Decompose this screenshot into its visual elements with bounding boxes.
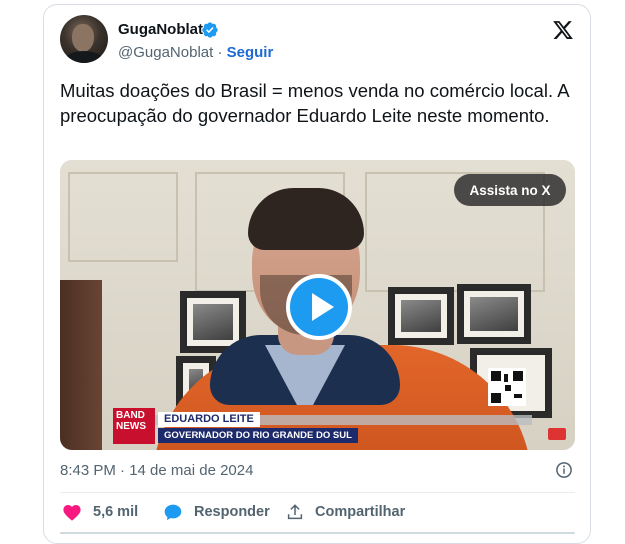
picture-frame bbox=[457, 284, 531, 344]
x-logo-icon[interactable] bbox=[552, 19, 574, 41]
tweet-text: Muitas doações do Brasil = menos venda n… bbox=[60, 80, 569, 126]
lower-third-name: EDUARDO LEITE bbox=[158, 412, 260, 427]
wall-panel bbox=[68, 172, 178, 262]
lower-third: EDUARDO LEITE GOVERNADOR DO RIO GRANDE D… bbox=[158, 412, 398, 444]
handle-separator: · bbox=[217, 44, 223, 61]
likes-count: 5,6 mil bbox=[93, 504, 139, 520]
follow-button[interactable]: Seguir bbox=[227, 44, 274, 61]
author-handle[interactable]: @GugaNoblat bbox=[118, 44, 213, 61]
divider bbox=[60, 492, 575, 493]
reply-label: Responder bbox=[194, 504, 270, 520]
lower-third-role: GOVERNADOR DO RIO GRANDE DO SUL bbox=[158, 428, 358, 443]
door bbox=[60, 280, 102, 450]
avatar-face bbox=[72, 24, 94, 52]
reply-bubble-icon bbox=[164, 504, 182, 521]
author-name[interactable]: GugaNoblat bbox=[118, 21, 203, 38]
info-icon[interactable] bbox=[555, 461, 573, 479]
verified-badge-icon bbox=[202, 22, 218, 38]
avatar[interactable] bbox=[60, 15, 108, 63]
share-upload-icon bbox=[287, 504, 303, 520]
person-hair bbox=[248, 188, 364, 250]
play-icon[interactable] bbox=[286, 274, 352, 340]
watch-on-x-button[interactable]: Assista no X bbox=[454, 174, 566, 206]
video-player[interactable]: BAND NEWS EDUARDO LEITE GOVERNADOR DO RI… bbox=[60, 160, 575, 450]
share-label: Compartilhar bbox=[315, 504, 406, 520]
qr-code bbox=[488, 368, 526, 406]
handle-line: @GugaNoblat · Seguir bbox=[118, 44, 273, 61]
channel-bug-icon bbox=[548, 428, 566, 440]
band-news-logo: BAND NEWS bbox=[113, 408, 155, 444]
avatar-shirt bbox=[64, 51, 104, 63]
heart-icon bbox=[63, 505, 81, 521]
like-button[interactable]: 5,6 mil bbox=[62, 502, 138, 522]
picture-frame bbox=[388, 287, 454, 345]
tweet-timestamp[interactable]: 8:43 PM · 14 de mai de 2024 bbox=[60, 462, 253, 479]
reply-button[interactable]: Responder bbox=[163, 502, 270, 522]
share-button[interactable]: Compartilhar bbox=[286, 502, 405, 522]
band-news-logo-text: BAND NEWS bbox=[116, 410, 146, 432]
